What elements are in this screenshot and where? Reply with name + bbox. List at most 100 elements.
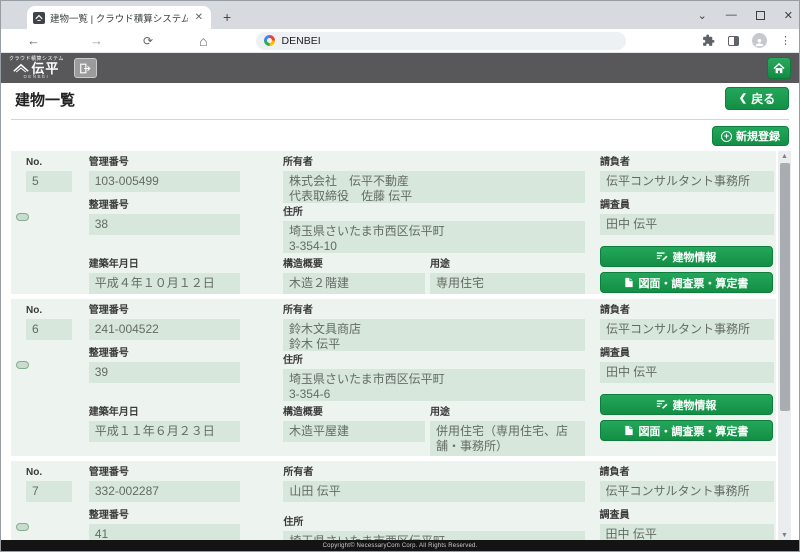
documents-button[interactable]: 図面・調査票・算定書 xyxy=(600,272,773,293)
tab-strip: 建物一覧 | クラウド積算システム 伝 ✕ + ⌄ — ✕ xyxy=(1,1,799,29)
seiri-label: 整理番号 xyxy=(89,349,240,359)
new-tab-button[interactable]: + xyxy=(223,8,231,26)
seiri-label: 整理番号 xyxy=(89,201,240,211)
no-field: 5 xyxy=(26,171,72,192)
no-label: No. xyxy=(26,468,72,478)
no-field: 7 xyxy=(26,481,72,502)
record-handle-icon[interactable] xyxy=(16,523,29,531)
building-record: No. 5 管理番号 103-005499 整理番号 38 建築年月日 平成４年… xyxy=(11,151,776,294)
tab-close-icon[interactable]: ✕ xyxy=(193,12,205,23)
divider xyxy=(11,119,789,120)
investigator-field: 田中 伝平 xyxy=(600,214,774,235)
owner-label: 所有者 xyxy=(283,158,585,168)
contractor-label: 請負者 xyxy=(600,468,774,478)
browser-tab[interactable]: 建物一覧 | クラウド積算システム 伝 ✕ xyxy=(27,6,211,29)
new-registration-button[interactable]: + 新規登録 xyxy=(712,126,789,146)
address-bar[interactable]: DENBEI xyxy=(256,32,626,50)
contractor-field: 伝平コンサルタント事務所 xyxy=(600,481,774,502)
owner-field: 鈴木文具商店 鈴木 伝平 xyxy=(283,319,585,351)
building-info-button[interactable]: 建物情報 xyxy=(600,246,773,267)
no-label: No. xyxy=(26,306,72,316)
building-list: No. 5 管理番号 103-005499 整理番号 38 建築年月日 平成４年… xyxy=(11,151,776,541)
investigator-label: 調査員 xyxy=(600,511,774,521)
structure-field: 木造２階建 xyxy=(283,273,425,294)
kanri-field: 332-002287 xyxy=(89,481,241,502)
building-info-button[interactable]: 建物情報 xyxy=(600,394,773,415)
seiri-field: 38 xyxy=(89,214,240,235)
app-home-button[interactable] xyxy=(767,57,791,79)
scroll-up-icon[interactable]: ▲ xyxy=(778,151,791,162)
logout-icon xyxy=(79,63,91,74)
back-button[interactable]: ❮ 戻る xyxy=(725,87,789,110)
seiri-field: 41 xyxy=(89,524,241,541)
site-favicon-icon xyxy=(33,12,45,24)
contractor-field: 伝平コンサルタント事務所 xyxy=(600,319,774,340)
address-label: 住所 xyxy=(283,518,584,528)
close-window-button[interactable]: ✕ xyxy=(784,9,793,22)
tab-title: 建物一覧 | クラウド積算システム 伝 xyxy=(50,11,188,25)
kanri-label: 管理番号 xyxy=(89,468,241,478)
copyright-text: Copyright© NecessaryCom Corp. All Rights… xyxy=(323,543,478,549)
address-label: 住所 xyxy=(283,356,585,366)
scrollbar-thumb[interactable] xyxy=(780,163,790,411)
investigator-label: 調査員 xyxy=(600,349,774,359)
built-date-field: 平成４年１０月１２日 xyxy=(89,273,240,294)
app-header: クラウド積算システム 伝平 DENBEI xyxy=(1,53,799,83)
extensions-icon[interactable] xyxy=(702,34,715,47)
investigator-field: 田中 伝平 xyxy=(600,524,774,541)
built-date-label: 建築年月日 xyxy=(89,260,240,270)
profile-avatar[interactable] xyxy=(752,33,767,48)
kanri-field: 103-005499 xyxy=(89,171,240,192)
browser-home-icon[interactable]: ⌂ xyxy=(199,34,207,48)
list-edit-icon xyxy=(656,251,668,262)
building-record: No. 7 管理番号 332-002287 整理番号 41 所有者 xyxy=(11,461,776,541)
side-panel-icon[interactable] xyxy=(728,36,739,46)
kanri-label: 管理番号 xyxy=(89,158,240,168)
record-handle-icon[interactable] xyxy=(16,361,29,369)
maximize-button[interactable] xyxy=(756,11,765,20)
reload-icon[interactable]: ⟳ xyxy=(143,35,153,47)
roof-icon xyxy=(13,63,29,73)
browser-menu-icon[interactable]: ⋮ xyxy=(780,34,791,47)
no-label: No. xyxy=(26,158,72,168)
owner-field: 山田 伝平 xyxy=(283,481,584,502)
contractor-label: 請負者 xyxy=(600,158,774,168)
address-field: 埼玉県さいたま市西区伝平町 3-354-6 xyxy=(283,369,585,401)
minimize-button[interactable]: — xyxy=(726,9,737,21)
seiri-label: 整理番号 xyxy=(89,511,241,521)
plus-circle-icon: + xyxy=(721,131,732,142)
structure-label: 構造概要 xyxy=(283,408,425,418)
built-date-field: 平成１１年６月２３日 xyxy=(89,421,240,442)
address-label: 住所 xyxy=(283,208,585,218)
usage-field: 併用住宅（専用住宅、店舗・事務所） xyxy=(430,421,585,456)
tab-search-chevron-icon[interactable]: ⌄ xyxy=(698,9,707,22)
document-icon xyxy=(624,425,634,436)
contractor-field: 伝平コンサルタント事務所 xyxy=(600,171,774,192)
investigator-field: 田中 伝平 xyxy=(600,362,774,383)
owner-label: 所有者 xyxy=(283,468,584,478)
page-title: 建物一覧 xyxy=(15,89,75,110)
chevron-left-icon: ❮ xyxy=(739,93,747,104)
logo-subtitle: DENBEI xyxy=(24,75,50,80)
browser-window: 建物一覧 | クラウド積算システム 伝 ✕ + ⌄ — ✕ ← → ⟳ ⌂ DE… xyxy=(0,0,800,552)
address-text: DENBEI xyxy=(282,35,321,47)
structure-field: 木造平屋建 xyxy=(283,421,425,442)
record-handle-icon[interactable] xyxy=(16,213,29,221)
no-field: 6 xyxy=(26,319,72,340)
kanri-field: 241-004522 xyxy=(89,319,240,340)
back-icon[interactable]: ← xyxy=(27,34,40,47)
contractor-label: 請負者 xyxy=(600,306,774,316)
google-icon xyxy=(264,35,275,46)
kanri-label: 管理番号 xyxy=(89,306,240,316)
owner-label: 所有者 xyxy=(283,306,585,316)
logout-button[interactable] xyxy=(74,58,97,78)
building-record: No. 6 管理番号 241-004522 整理番号 39 建築年月日 平成１１… xyxy=(11,299,776,456)
built-date-label: 建築年月日 xyxy=(89,408,240,418)
browser-toolbar: ← → ⟳ ⌂ DENBEI ⋮ xyxy=(1,29,799,53)
forward-icon[interactable]: → xyxy=(90,34,103,47)
home-icon xyxy=(773,63,785,74)
list-scrollbar[interactable]: ▲ ▼ xyxy=(778,151,791,541)
seiri-field: 39 xyxy=(89,362,240,383)
documents-button[interactable]: 図面・調査票・算定書 xyxy=(600,420,773,441)
document-icon xyxy=(624,277,634,288)
